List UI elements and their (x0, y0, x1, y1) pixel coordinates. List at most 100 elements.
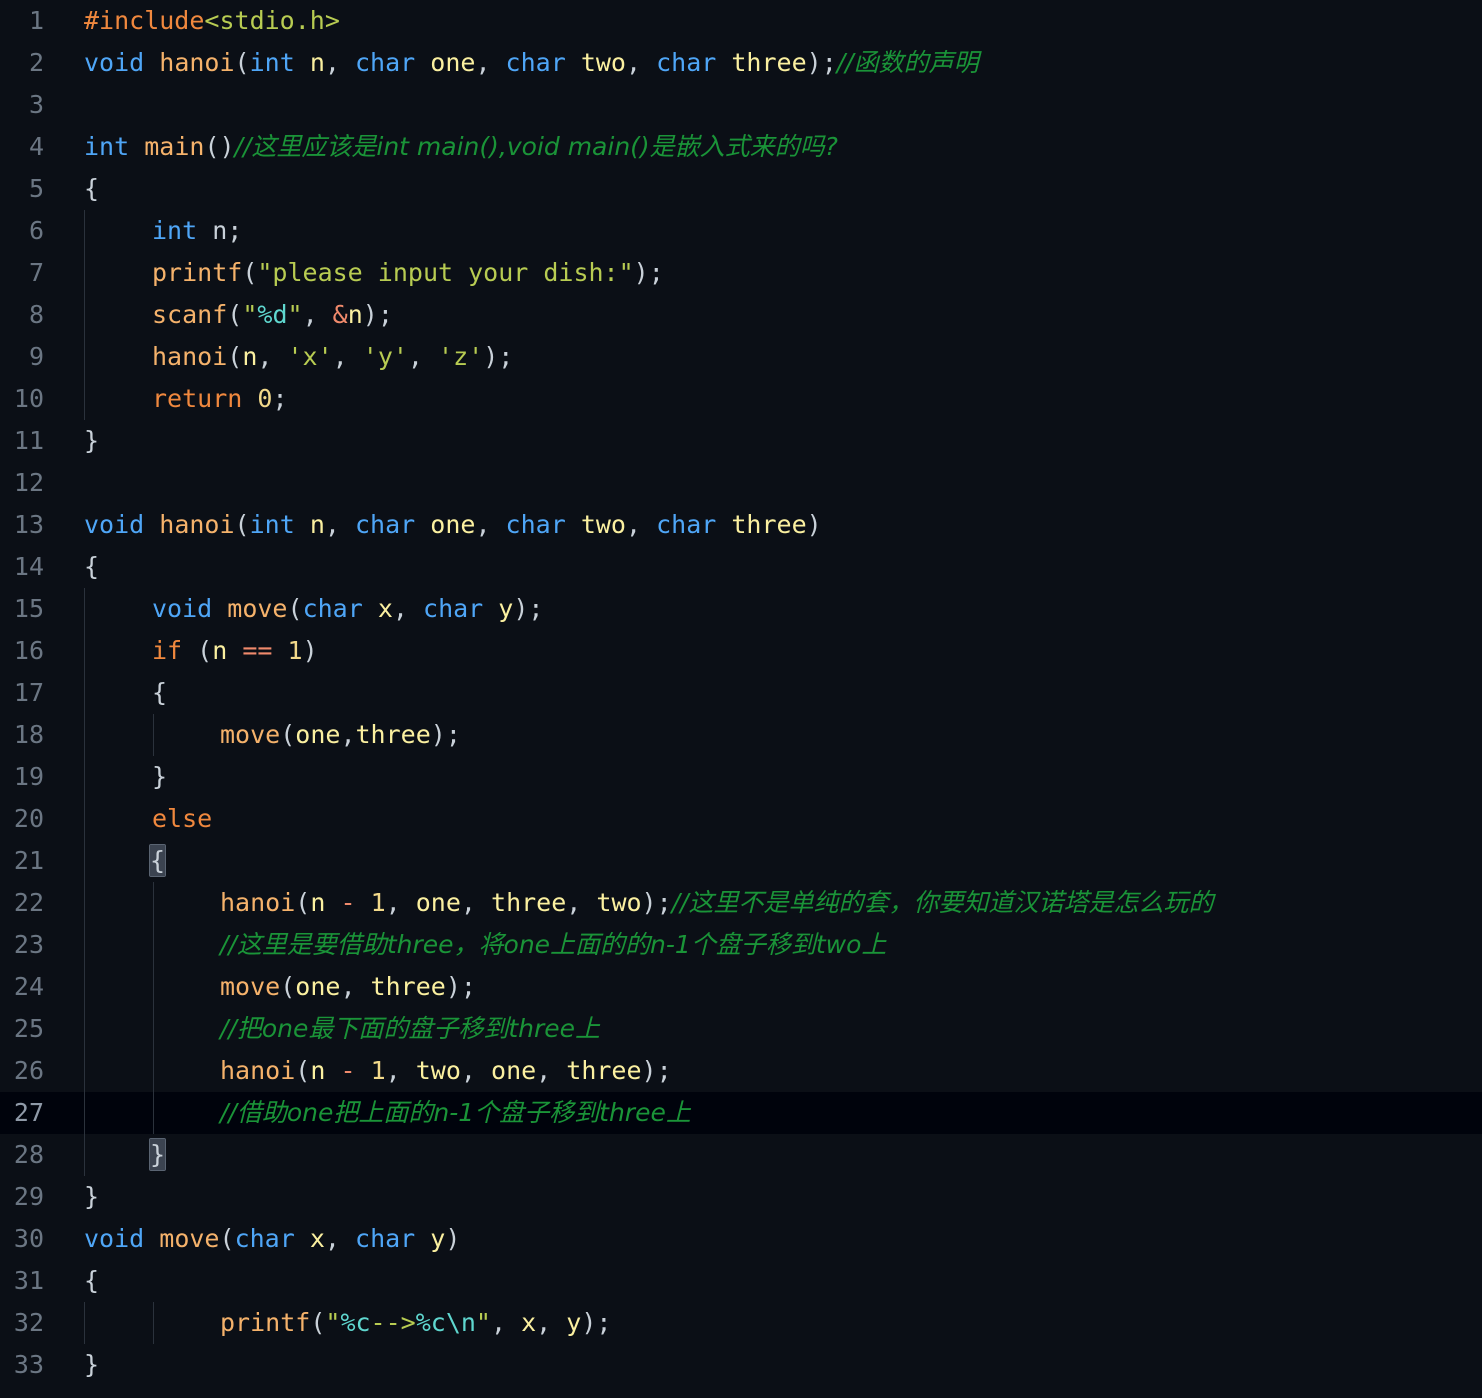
line-number: 17 (13, 678, 44, 707)
token-identifier: n (310, 888, 326, 917)
code-line-active[interactable]: 27 //借助one把上面的n-1个盘子移到three上 (0, 1092, 1482, 1134)
line-content[interactable]: void move(char x, char y) (62, 1218, 1482, 1260)
line-content[interactable]: scanf("%d", &n); (62, 294, 1482, 336)
code-line[interactable]: 19 } (0, 756, 1482, 798)
code-line[interactable]: 5 { (0, 168, 1482, 210)
line-content[interactable]: } (62, 1134, 1482, 1176)
token-identifier: y (498, 594, 514, 623)
line-content[interactable]: hanoi(n, 'x', 'y', 'z'); (62, 336, 1482, 378)
token-keyword: if (152, 636, 183, 665)
line-content[interactable]: int main()//这里应该是int main(),void main()是… (62, 126, 1482, 168)
code-line[interactable]: 16 if (n == 1) (0, 630, 1482, 672)
code-line[interactable]: 22 hanoi(n - 1, one, three, two);//这里不是单… (0, 882, 1482, 924)
code-line[interactable]: 24 move(one, three); (0, 966, 1482, 1008)
code-line[interactable]: 23 //这里是要借助three，将one上面的的n-1个盘子移到two上 (0, 924, 1482, 966)
code-line[interactable]: 28 } (0, 1134, 1482, 1176)
line-content[interactable] (62, 462, 1482, 504)
token-punct: , (385, 888, 416, 917)
code-line[interactable]: 31 { (0, 1260, 1482, 1302)
code-line[interactable]: 18 move(one,three); (0, 714, 1482, 756)
token-comment: //这里不是单纯的套，你要知道汉诺塔是怎么玩的 (671, 888, 1214, 917)
line-content[interactable]: } (62, 1344, 1482, 1386)
token-brace-match[interactable]: } (148, 1138, 167, 1171)
code-line[interactable]: 10 return 0; (0, 378, 1482, 420)
code-line[interactable]: 15 void move(char x, char y); (0, 588, 1482, 630)
indent-guide (84, 966, 85, 1008)
code-line[interactable]: 21 { (0, 840, 1482, 882)
line-content[interactable]: int n; (62, 210, 1482, 252)
line-content[interactable]: printf("please input your dish:"); (62, 252, 1482, 294)
line-content[interactable] (62, 84, 1482, 126)
line-content[interactable]: hanoi(n - 1, one, three, two);//这里不是单纯的套… (62, 882, 1482, 924)
line-content[interactable]: void move(char x, char y); (62, 588, 1482, 630)
token-identifier: x (309, 1224, 325, 1253)
line-content[interactable]: void hanoi(int n, char one, char two, ch… (62, 42, 1482, 84)
code-line[interactable]: 1 #include<stdio.h> (0, 0, 1482, 42)
code-line[interactable]: 9 hanoi(n, 'x', 'y', 'z'); (0, 336, 1482, 378)
line-content[interactable]: //借助one把上面的n-1个盘子移到three上 (62, 1092, 1482, 1134)
code-line[interactable]: 11 } (0, 420, 1482, 462)
token-comment: //借助one把上面的n-1个盘子移到three上 (220, 1098, 691, 1127)
code-line[interactable]: 17 { (0, 672, 1482, 714)
code-line[interactable]: 12 (0, 462, 1482, 504)
token-punct: , (566, 888, 597, 917)
token-punct: , (324, 48, 355, 77)
line-content[interactable]: else (62, 798, 1482, 840)
line-content[interactable]: move(one, three); (62, 966, 1482, 1008)
indent-guide (153, 966, 154, 1008)
line-content[interactable]: if (n == 1) (62, 630, 1482, 672)
line-content[interactable]: hanoi(n - 1, two, one, three); (62, 1050, 1482, 1092)
token-brace: { (84, 174, 100, 203)
line-content[interactable]: { (62, 168, 1482, 210)
code-line[interactable]: 33 } (0, 1344, 1482, 1386)
line-content[interactable]: //把one最下面的盘子移到three上 (62, 1008, 1482, 1050)
line-content[interactable]: void hanoi(int n, char one, char two, ch… (62, 504, 1482, 546)
token-function: move (159, 1224, 220, 1253)
token-identifier: one (415, 888, 461, 917)
line-number: 3 (28, 90, 44, 119)
line-content[interactable]: { (62, 1260, 1482, 1302)
line-content[interactable]: return 0; (62, 378, 1482, 420)
indent-guide (153, 1092, 154, 1134)
code-line[interactable]: 29 } (0, 1176, 1482, 1218)
code-line[interactable]: 13 void hanoi(int n, char one, char two,… (0, 504, 1482, 546)
token-identifier: n (309, 510, 325, 539)
code-line[interactable]: 2 void hanoi(int n, char one, char two, … (0, 42, 1482, 84)
code-line[interactable]: 26 hanoi(n - 1, two, one, three); (0, 1050, 1482, 1092)
code-line[interactable]: 30 void move(char x, char y) (0, 1218, 1482, 1260)
token-type: char (505, 48, 566, 77)
line-content[interactable]: { (62, 840, 1482, 882)
code-line[interactable]: 4 int main()//这里应该是int main(),void main(… (0, 126, 1482, 168)
code-line[interactable]: 8 scanf("%d", &n); (0, 294, 1482, 336)
token-brace-match[interactable]: { (148, 844, 167, 877)
line-content[interactable]: } (62, 756, 1482, 798)
line-number: 11 (13, 426, 44, 455)
line-content[interactable]: { (62, 546, 1482, 588)
code-line[interactable]: 25 //把one最下面的盘子移到three上 (0, 1008, 1482, 1050)
code-line[interactable]: 6 int n; (0, 210, 1482, 252)
line-content[interactable]: printf("%c-->%c\n", x, y); (62, 1302, 1482, 1344)
line-content[interactable]: //这里是要借助three，将one上面的的n-1个盘子移到two上 (62, 924, 1482, 966)
token-punct: ); (362, 300, 393, 329)
line-content[interactable]: #include<stdio.h> (62, 0, 1482, 42)
code-line[interactable]: 20 else (0, 798, 1482, 840)
token-punct: , (475, 48, 506, 77)
token-char: 'x' (287, 342, 333, 371)
line-content[interactable]: } (62, 420, 1482, 462)
code-editor[interactable]: 1 #include<stdio.h> 2 void hanoi(int n, … (0, 0, 1482, 1398)
line-content[interactable]: } (62, 1176, 1482, 1218)
line-content[interactable]: move(one,three); (62, 714, 1482, 756)
token-identifier: one (430, 48, 476, 77)
code-line[interactable]: 32 printf("%c-->%c\n", x, y); (0, 1302, 1482, 1344)
token-punct: ( (287, 594, 303, 623)
token-punct: ); (483, 342, 514, 371)
token-type: char (656, 510, 717, 539)
line-content[interactable]: { (62, 672, 1482, 714)
code-line[interactable]: 7 printf("please input your dish:"); (0, 252, 1482, 294)
code-line[interactable]: 14 { (0, 546, 1482, 588)
code-line[interactable]: 3 (0, 84, 1482, 126)
